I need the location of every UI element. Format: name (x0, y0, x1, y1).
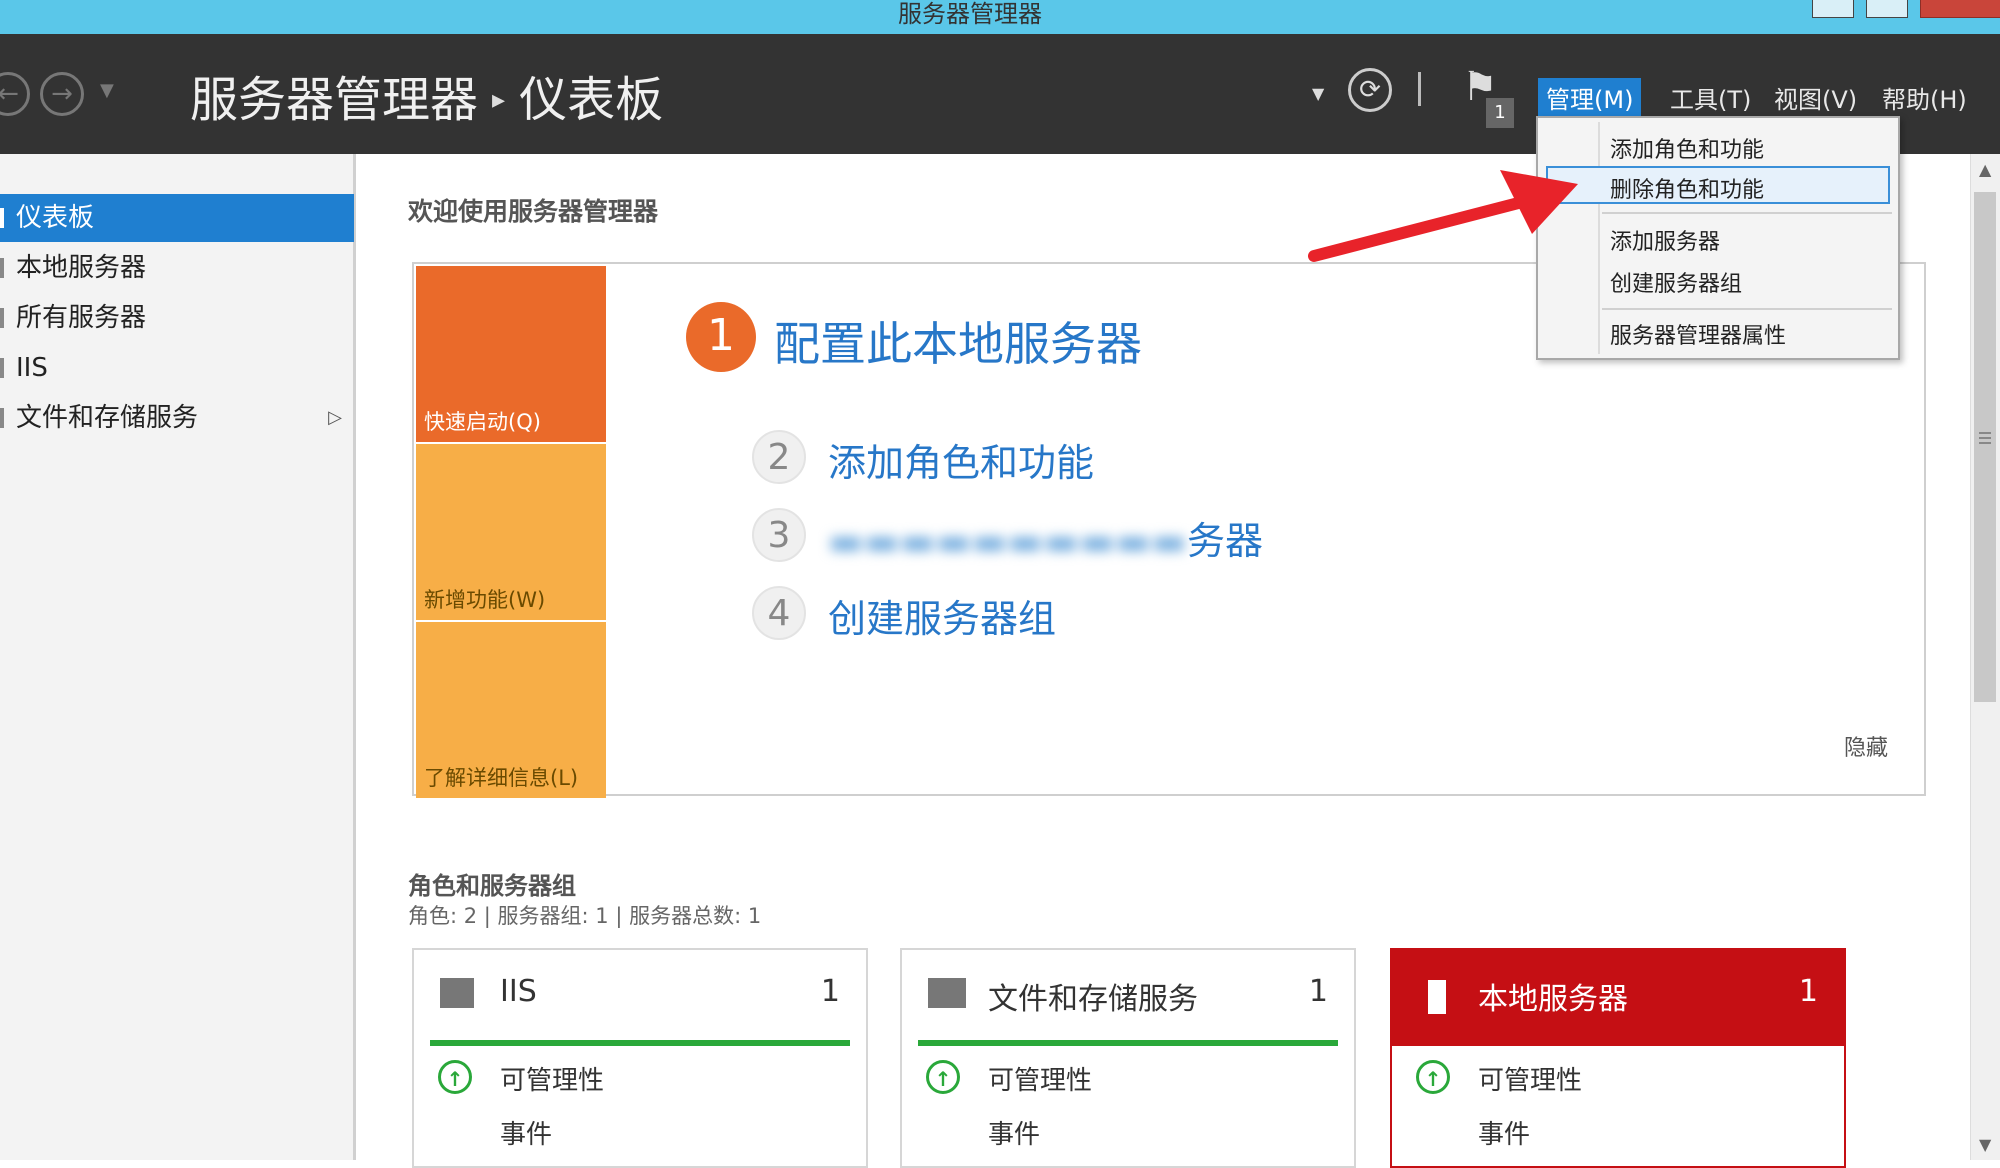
step-3-link[interactable]: ▬▬▬▬▬▬▬▬▬▬务器 (828, 510, 1263, 565)
local-server-icon (1428, 980, 1446, 1014)
annotation-arrow-icon (1308, 170, 1578, 262)
step-3-visible-text: 务器 (1187, 519, 1264, 563)
menu-item-add-servers[interactable]: 添加服务器 (1610, 224, 1720, 256)
maximize-button[interactable] (1866, 0, 1908, 18)
menu-separator (1602, 308, 1892, 310)
step-4-number: 4 (752, 586, 806, 640)
role-card-file-storage[interactable]: 文件和存储服务 1 ↑ 可管理性 事件 (900, 948, 1356, 1168)
breadcrumb-root[interactable]: 服务器管理器 (190, 72, 478, 128)
roles-title: 角色和服务器组 (408, 872, 576, 900)
menu-help[interactable]: 帮助(H) (1874, 78, 1975, 117)
close-button[interactable] (1920, 0, 2000, 18)
hide-link[interactable]: 隐藏 (1844, 730, 1888, 762)
card-count: 1 (1798, 974, 1818, 1009)
file-storage-icon (928, 978, 966, 1008)
sidebar-item-marker (0, 358, 4, 378)
events-row[interactable]: 事件 (1478, 1114, 1530, 1151)
manageability-row[interactable]: 可管理性 (988, 1060, 1092, 1097)
menu-item-remove-roles-label: 删除角色和功能 (1610, 178, 1765, 203)
menu-separator (1602, 212, 1892, 214)
events-row[interactable]: 事件 (988, 1114, 1040, 1151)
status-bar (430, 1040, 850, 1046)
breadcrumb: 服务器管理器 ▸ 仪表板 (190, 60, 663, 130)
card-title: 本地服务器 (1478, 982, 1628, 1017)
card-count: 1 (820, 974, 840, 1009)
history-dropdown-icon[interactable]: ▼ (100, 80, 114, 101)
sidebar-item-local-server[interactable]: 本地服务器 (0, 244, 356, 292)
sidebar-item-label: 仪表板 (16, 203, 95, 233)
status-up-icon: ↑ (926, 1060, 960, 1094)
sidebar-item-file-storage[interactable]: 文件和存储服务 ▷ (0, 394, 356, 442)
dropdown-arrow-icon[interactable]: ▼ (1312, 84, 1324, 103)
welcome-title: 欢迎使用服务器管理器 (408, 197, 659, 226)
status-up-icon: ↑ (438, 1060, 472, 1094)
notification-count-badge: 1 (1486, 98, 1514, 128)
step-3-number: 3 (752, 508, 806, 562)
menu-tools[interactable]: 工具(T) (1662, 78, 1759, 117)
scroll-up-icon[interactable]: ▲ (1979, 160, 1991, 179)
tile-learn-more[interactable]: 了解详细信息(L) (416, 622, 606, 798)
sidebar: 仪表板 本地服务器 所有服务器 IIS 文件和存储服务 ▷ (0, 154, 356, 1160)
sidebar-item-marker (0, 208, 4, 228)
obscured-text: ▬▬▬▬▬▬▬▬▬▬ (828, 519, 1188, 563)
breadcrumb-current: 仪表板 (519, 72, 664, 128)
sidebar-item-marker (0, 408, 4, 428)
tile-learn-more-label: 了解详细信息(L) (424, 766, 579, 790)
tile-whats-new[interactable]: 新增功能(W) (416, 444, 606, 620)
card-header: IIS 1 (414, 950, 866, 1046)
window-title: 服务器管理器 (898, 0, 1042, 28)
tile-quick-start-label: 快速启动(Q) (424, 410, 541, 434)
events-row[interactable]: 事件 (500, 1114, 552, 1151)
manageability-row[interactable]: 可管理性 (1478, 1060, 1582, 1097)
card-count: 1 (1308, 974, 1328, 1009)
sidebar-item-label: 文件和存储服务 (16, 403, 199, 433)
scroll-down-icon[interactable]: ▼ (1979, 1135, 1991, 1154)
sidebar-item-all-servers[interactable]: 所有服务器 (0, 294, 356, 342)
sidebar-item-iis[interactable]: IIS (0, 344, 356, 392)
sidebar-item-marker (0, 308, 4, 328)
menu-item-add-roles[interactable]: 添加角色和功能 (1610, 132, 1764, 164)
forward-icon[interactable]: → (40, 72, 84, 116)
window-title-bar: 服务器管理器 (0, 0, 2000, 34)
card-header: 本地服务器 1 (1392, 950, 1844, 1046)
role-card-local-server[interactable]: 本地服务器 1 ↑ 可管理性 事件 (1390, 948, 1846, 1168)
breadcrumb-separator-icon: ▸ (492, 85, 506, 115)
status-up-icon: ↑ (1416, 1060, 1450, 1094)
step-4-link[interactable]: 创建服务器组 (828, 588, 1056, 643)
sidebar-item-label: 所有服务器 (16, 303, 147, 333)
menu-manage[interactable]: 管理(M) (1538, 78, 1642, 117)
sidebar-item-dashboard[interactable]: 仪表板 (0, 194, 354, 242)
chevron-right-icon[interactable]: ▷ (328, 394, 342, 442)
step-2-link[interactable]: 添加角色和功能 (828, 432, 1094, 487)
tile-whats-new-label: 新增功能(W) (424, 588, 546, 612)
iis-server-icon (440, 978, 474, 1008)
grip-icon (1979, 432, 1991, 434)
card-title: 文件和存储服务 (988, 982, 1198, 1017)
tile-quick-start[interactable]: 快速启动(Q) (416, 266, 606, 442)
step-2-number: 2 (752, 430, 806, 484)
menu-item-create-server-group[interactable]: 创建服务器组 (1610, 266, 1742, 298)
refresh-icon[interactable]: ⟳ (1348, 68, 1392, 112)
vertical-scrollbar[interactable]: ▲ ▼ (1970, 154, 2000, 1160)
sidebar-item-label: IIS (16, 353, 48, 383)
back-icon[interactable]: ← (0, 72, 30, 116)
sidebar-item-label: 本地服务器 (16, 253, 147, 283)
role-card-iis[interactable]: IIS 1 ↑ 可管理性 事件 (412, 948, 868, 1168)
minimize-button[interactable] (1812, 0, 1854, 18)
card-header: 文件和存储服务 1 (902, 950, 1354, 1046)
separator (1418, 72, 1421, 106)
menu-view[interactable]: 视图(V) (1766, 78, 1865, 117)
menu-item-properties[interactable]: 服务器管理器属性 (1610, 318, 1786, 350)
scrollbar-thumb[interactable] (1974, 192, 1996, 702)
step-1-link[interactable]: 配置此本地服务器 (774, 308, 1142, 374)
card-title: IIS (500, 974, 537, 1009)
step-1-number: 1 (686, 302, 756, 372)
sidebar-item-marker (0, 258, 4, 278)
status-bar (918, 1040, 1338, 1046)
roles-stats: 角色: 2 | 服务器组: 1 | 服务器总数: 1 (408, 904, 762, 928)
manageability-row[interactable]: 可管理性 (500, 1060, 604, 1097)
